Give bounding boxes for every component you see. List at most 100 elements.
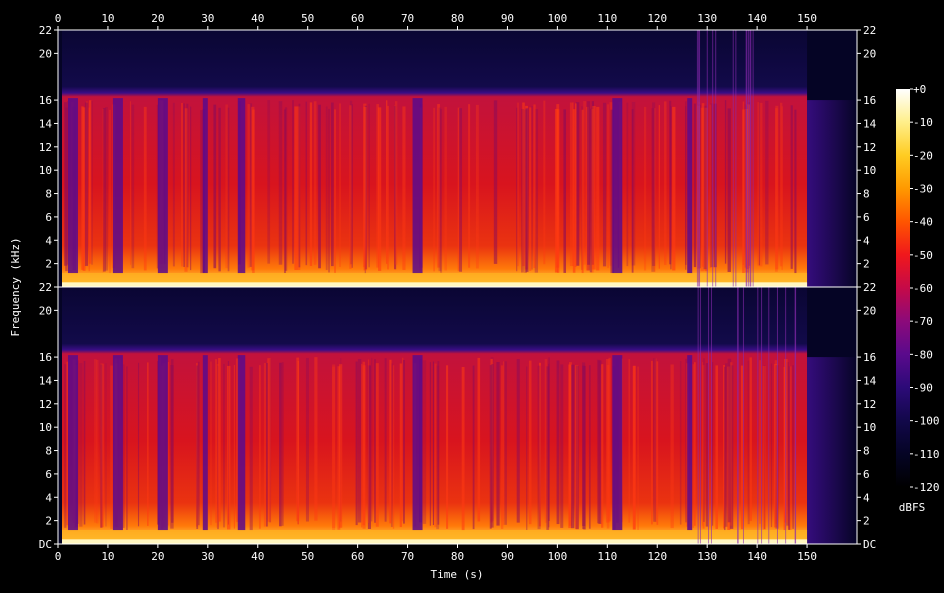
spectral-streak [694,362,696,526]
spectral-streak [64,364,67,528]
spectral-streak [477,357,481,522]
spectral-streak [783,366,786,531]
spectral-streak [516,359,520,523]
y-tick-label-left: 16 [39,94,52,107]
y-tick-label-right: 14 [863,117,877,130]
quiet-gap [412,355,423,531]
spectral-streak [334,109,336,273]
y-tick-label-left: 22 [39,281,52,294]
spectral-streak [331,102,334,267]
spectral-streak [437,361,440,525]
spectral-streak [284,107,288,271]
x-tick-label-bottom: 50 [301,550,314,563]
quiet-gap [237,355,246,531]
spectral-streak [587,101,591,265]
spectral-streak [143,106,147,271]
spectral-streak [670,364,674,529]
spectral-streak [472,365,475,530]
spectral-streak [225,104,228,269]
spectral-streak [554,108,557,273]
spectral-streak [281,362,284,526]
spectral-streak [183,103,185,267]
spectral-streak [102,108,104,273]
x-tick-label-bottom: 100 [547,550,567,563]
spectral-streak [109,109,111,274]
quiet-gap [612,98,623,274]
y-tick-label-right: 2 [863,258,870,271]
spectral-streak [670,105,672,270]
spectral-streak [656,361,659,525]
x-tick-label-bottom: 30 [201,550,214,563]
spectral-streak [278,101,283,265]
y-tick-label-right: 16 [863,351,876,364]
x-tick-label-bottom: 140 [747,550,767,563]
spectral-streak [631,101,636,266]
spectral-streak [461,366,465,531]
quiet-gap [157,98,168,274]
spectral-streak [378,107,382,271]
x-tick-label-bottom: 60 [351,550,364,563]
spectral-streak [563,109,567,273]
spectral-streak [122,364,125,528]
y-tick-label-left: 14 [39,117,53,130]
spectral-streak [537,365,541,530]
spectral-streak [607,104,609,268]
quiet-gap [202,98,208,274]
x-tick-label-bottom: 80 [451,550,464,563]
spectral-streak [384,358,387,522]
x-tick-label-top: 130 [697,12,717,25]
y-tick-label-left: 16 [39,351,52,364]
spectral-streak [198,361,200,526]
spectral-streak [715,365,718,529]
dc-band [62,282,808,287]
spectral-streak [724,100,727,264]
y-tick-label-right: 16 [863,94,876,107]
spectral-streak [433,107,435,272]
spectral-streak [491,364,494,528]
spectral-streak [325,106,328,271]
spectral-streak [758,101,761,266]
y-tick-label-right: 6 [863,468,870,481]
colorbar: +0 -10 -20 -30 -40 -50 -60 -70 -80 -90 -100 -110 -12… [896,83,940,494]
spectral-streak [357,358,362,523]
spectral-streak [596,106,600,271]
spectral-streak [438,107,442,272]
colorbar-tick-label: -90 [913,382,933,395]
spectral-streak [96,359,99,524]
spectral-streak [588,365,591,529]
y-tick-label-right: 22 [863,24,876,37]
spectral-streak [747,360,750,525]
spectral-streak [703,358,705,522]
spectral-streak [664,101,667,265]
y-tick-label-left: 2 [45,515,52,528]
spectral-streak [309,102,313,266]
spectral-streak [679,361,682,525]
spectral-streak [672,106,676,271]
colorbar-tick-label: -70 [913,315,933,328]
spectral-streak [496,362,500,526]
spectral-streak [524,109,527,274]
colorbar-tick-label: -110 [913,448,940,461]
spectral-streak [355,361,358,526]
spectral-streak [569,102,573,267]
colorbar-tick-label: -20 [913,149,933,162]
spectral-streak [252,109,255,274]
y-tick-label-left: DC [39,538,52,551]
spectral-streak [386,100,388,264]
spectral-streak [724,366,726,531]
spectral-streak [583,101,587,265]
x-tick-label-top: 100 [547,12,567,25]
spectral-streak [392,365,395,529]
spectral-streak [692,364,694,528]
spectral-streak [504,361,507,525]
spectral-streak [399,363,402,528]
spectral-streak [172,102,175,267]
spectral-streak [790,105,793,269]
y-tick-label-left: 6 [45,468,52,481]
spectral-streak [67,101,69,265]
y-tick-label-left: 8 [45,445,52,458]
spectral-streak [351,104,353,268]
spectral-streak [362,365,366,529]
spectral-streak [184,108,188,272]
spectral-streak [643,106,647,271]
